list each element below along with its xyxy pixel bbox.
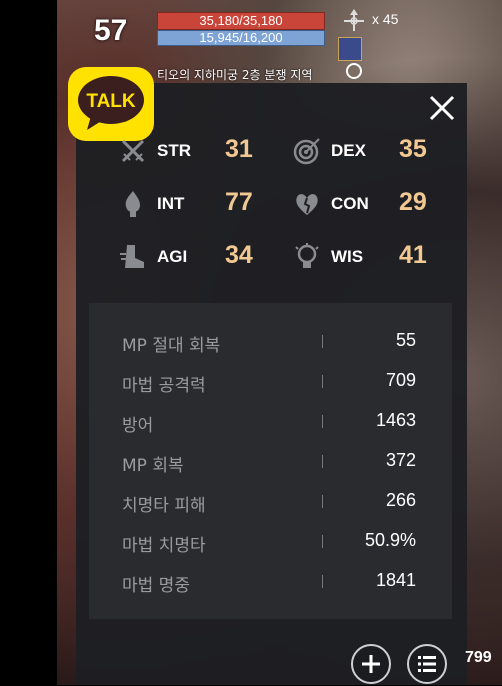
detail-value: 55 bbox=[395, 330, 416, 350]
divider bbox=[322, 535, 323, 548]
stat-value: 29 bbox=[399, 188, 427, 216]
list-icon bbox=[418, 656, 436, 672]
stat-name: STR bbox=[157, 141, 191, 160]
location-text: 티오의 지하미궁 2층 분쟁 지역 bbox=[157, 66, 312, 83]
detail-stats-box: MP 절대 회복 55 마법 공격력 709 방어 1463 MP 회복 372… bbox=[89, 303, 452, 619]
stat-value: 41 bbox=[399, 241, 427, 269]
detail-label: 마법 공격력 bbox=[122, 376, 206, 396]
plus-icon bbox=[362, 655, 380, 673]
hp-bar: 35,180/35,180 bbox=[157, 12, 325, 30]
detail-row: MP 회복 372 bbox=[89, 446, 452, 476]
detail-label: 방어 bbox=[122, 416, 154, 436]
detail-value: 1841 bbox=[375, 570, 416, 590]
divider bbox=[322, 455, 323, 468]
detail-value: 1463 bbox=[375, 410, 416, 430]
divider bbox=[322, 335, 323, 348]
mp-bar: 15,945/16,200 bbox=[157, 30, 325, 46]
detail-row: 마법 명중 1841 bbox=[89, 566, 452, 596]
flame-icon bbox=[125, 191, 141, 217]
detail-label: MP 절대 회복 bbox=[122, 336, 221, 356]
detail-value: 372 bbox=[385, 450, 416, 470]
stat-value: 77 bbox=[225, 188, 253, 216]
detail-label: 마법 명중 bbox=[122, 576, 190, 596]
boot-icon bbox=[120, 245, 144, 268]
divider bbox=[322, 495, 323, 508]
detail-label: 치명타 피해 bbox=[122, 496, 206, 516]
detail-row: 마법 치명타 50.9% bbox=[89, 526, 452, 556]
heart-icon bbox=[296, 194, 318, 215]
stat-name: INT bbox=[157, 194, 185, 213]
location-name: 티오의 지하미궁 2층 bbox=[157, 68, 261, 82]
detail-value: 50.9% bbox=[364, 530, 416, 550]
stat-name: WIS bbox=[331, 247, 364, 266]
kakao-talk-label: TALK bbox=[86, 91, 136, 112]
menu-button[interactable] bbox=[407, 644, 447, 684]
divider bbox=[322, 415, 323, 428]
detail-row: 마법 공격력 709 bbox=[89, 366, 452, 396]
stat-value: 31 bbox=[225, 135, 253, 163]
arrow-ammo-icon bbox=[344, 9, 364, 31]
bulb-icon bbox=[295, 243, 319, 268]
crossed-swords-icon bbox=[121, 139, 145, 163]
target-icon bbox=[293, 138, 320, 165]
item-count: 799 bbox=[465, 649, 492, 666]
detail-row: 방어 1463 bbox=[89, 406, 452, 436]
close-icon[interactable] bbox=[427, 93, 457, 123]
detail-value: 709 bbox=[385, 370, 416, 390]
letterbox-left bbox=[0, 0, 57, 685]
location-tag: 분쟁 지역 bbox=[264, 68, 313, 82]
divider bbox=[322, 375, 323, 388]
buff-icon[interactable] bbox=[338, 37, 362, 61]
stat-value: 34 bbox=[225, 241, 253, 269]
detail-row: MP 절대 회복 55 bbox=[89, 326, 452, 356]
stat-name: CON bbox=[331, 194, 369, 213]
detail-label: 마법 치명타 bbox=[122, 536, 206, 556]
detail-value: 266 bbox=[385, 490, 416, 510]
compass-icon bbox=[346, 63, 362, 79]
stat-value: 35 bbox=[399, 135, 427, 163]
divider bbox=[322, 575, 323, 588]
kakao-talk-icon[interactable]: TALK bbox=[67, 66, 157, 142]
arrow-count: x 45 bbox=[372, 11, 399, 27]
add-button[interactable] bbox=[351, 644, 391, 684]
player-level: 57 bbox=[94, 14, 128, 47]
detail-label: MP 회복 bbox=[122, 456, 184, 476]
detail-row: 치명타 피해 266 bbox=[89, 486, 452, 516]
stat-name: DEX bbox=[331, 141, 366, 160]
stat-name: AGI bbox=[157, 247, 188, 266]
